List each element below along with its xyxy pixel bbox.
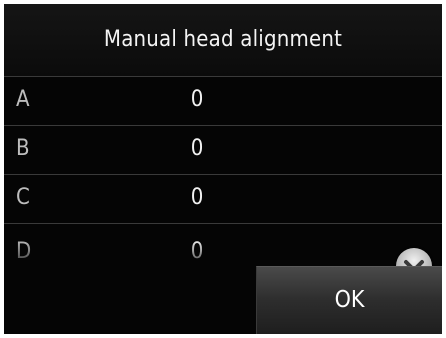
lcd-panel: Manual head alignment A 0 B 0 C 0 D 0 OK: [4, 4, 442, 334]
ok-button-label: OK: [334, 287, 365, 313]
ok-button[interactable]: OK: [256, 266, 442, 334]
alignment-row-b[interactable]: B 0: [4, 126, 442, 175]
alignment-row-d[interactable]: D 0: [4, 224, 442, 268]
page-title: Manual head alignment: [103, 27, 343, 52]
row-label: C: [16, 185, 30, 210]
row-label: B: [16, 136, 30, 161]
alignment-row-a[interactable]: A 0: [4, 77, 442, 126]
row-value: 0: [190, 136, 204, 161]
row-value: 0: [190, 185, 204, 210]
row-label: A: [16, 87, 30, 112]
title-bar: Manual head alignment: [4, 4, 442, 77]
printer-lcd-screen: Manual head alignment A 0 B 0 C 0 D 0 OK: [0, 0, 446, 338]
row-value: 0: [190, 87, 204, 112]
alignment-row-c[interactable]: C 0: [4, 175, 442, 224]
row-label: D: [16, 239, 32, 264]
row-value: 0: [190, 239, 204, 264]
